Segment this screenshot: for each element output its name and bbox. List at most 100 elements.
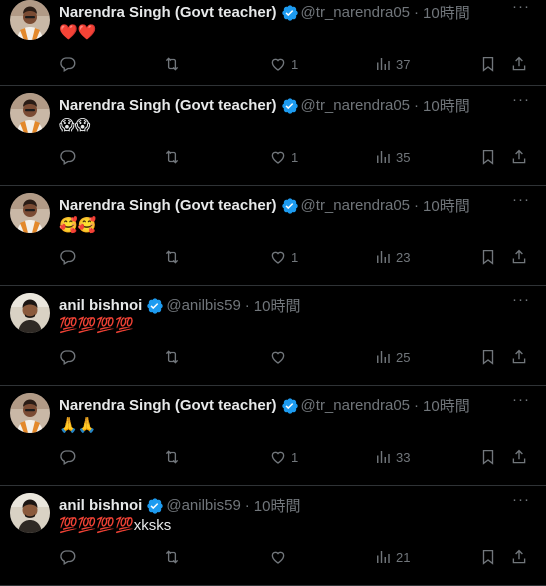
author-handle[interactable]: @tr_narendra05 — [301, 4, 410, 21]
author-name[interactable]: Narendra Singh (Govt teacher) — [59, 97, 277, 114]
bookmark-button[interactable] — [479, 447, 497, 467]
avatar[interactable] — [10, 293, 50, 333]
tweet-header: Narendra Singh (Govt teacher) @tr_narend… — [59, 395, 506, 416]
views-icon — [377, 58, 390, 70]
bookmark-button[interactable] — [479, 347, 497, 367]
views-button[interactable]: 35 — [374, 147, 410, 167]
timestamp[interactable]: 10時間 — [423, 395, 470, 416]
timestamp[interactable]: 10時間 — [423, 2, 470, 23]
avatar[interactable] — [10, 393, 50, 433]
action-bar: 1 23 — [59, 247, 534, 267]
author-name[interactable]: anil bishnoi — [59, 497, 142, 514]
share-button[interactable] — [510, 447, 528, 467]
timestamp[interactable]: 10時間 — [254, 295, 301, 316]
share-button[interactable] — [510, 547, 528, 567]
share-button[interactable] — [510, 54, 528, 74]
author-name[interactable]: anil bishnoi — [59, 297, 142, 314]
views-icon — [377, 351, 390, 363]
avatar[interactable] — [10, 493, 50, 533]
like-button[interactable] — [269, 347, 291, 367]
tweet-text: ❤️❤️ — [59, 24, 97, 41]
like-button[interactable]: 1 — [269, 54, 298, 74]
bookmark-button[interactable] — [479, 247, 497, 267]
verified-badge-icon — [281, 97, 298, 114]
author-handle[interactable]: @tr_narendra05 — [301, 97, 410, 114]
share-button[interactable] — [510, 247, 528, 267]
retweet-button[interactable] — [163, 547, 181, 567]
verified-badge-icon — [147, 297, 164, 314]
views-button[interactable]: 37 — [374, 54, 410, 74]
like-button[interactable]: 1 — [269, 447, 298, 467]
tweet[interactable]: Narendra Singh (Govt teacher) @tr_narend… — [0, 86, 546, 186]
like-button[interactable]: 1 — [269, 147, 298, 167]
retweet-button[interactable] — [163, 147, 181, 167]
author-handle[interactable]: @anilbis59 — [166, 297, 240, 314]
view-count: 35 — [396, 149, 411, 165]
verified-badge-icon — [281, 397, 298, 414]
tweet[interactable]: Narendra Singh (Govt teacher) @tr_narend… — [0, 0, 546, 86]
views-button[interactable]: 33 — [374, 447, 410, 467]
avatar-image — [10, 0, 50, 40]
like-icon — [271, 551, 285, 564]
author-name[interactable]: Narendra Singh (Govt teacher) — [59, 197, 277, 214]
like-icon — [271, 451, 285, 464]
views-button[interactable]: 25 — [374, 347, 410, 367]
like-button[interactable]: 1 — [269, 247, 298, 267]
timestamp[interactable]: 10時間 — [423, 195, 470, 216]
retweet-button[interactable] — [163, 347, 181, 367]
share-icon — [512, 449, 526, 464]
tweet-text: 🙏🙏 — [59, 417, 97, 434]
author-name[interactable]: Narendra Singh (Govt teacher) — [59, 397, 277, 414]
retweet-button[interactable] — [163, 247, 181, 267]
like-icon — [271, 58, 285, 71]
more-dots-icon[interactable]: ··· — [512, 492, 530, 511]
share-button[interactable] — [510, 347, 528, 367]
reply-button[interactable] — [59, 347, 77, 367]
reply-button[interactable] — [59, 447, 77, 467]
reply-button[interactable] — [59, 247, 77, 267]
avatar[interactable] — [10, 93, 50, 133]
share-icon — [512, 56, 526, 71]
timestamp[interactable]: 10時間 — [254, 495, 301, 516]
retweet-button[interactable] — [163, 54, 181, 74]
bookmark-button[interactable] — [479, 54, 497, 74]
tweet[interactable]: anil bishnoi @anilbis59 · 10時間 ··· 💯💯💯💯 — [0, 286, 546, 386]
bookmark-button[interactable] — [479, 147, 497, 167]
like-icon — [271, 151, 285, 164]
author-name[interactable]: Narendra Singh (Govt teacher) — [59, 4, 277, 21]
author-handle[interactable]: @tr_narendra05 — [301, 397, 410, 414]
more-dots-icon[interactable]: ··· — [512, 292, 530, 311]
tweet[interactable]: Narendra Singh (Govt teacher) @tr_narend… — [0, 386, 546, 486]
avatar[interactable] — [10, 0, 50, 40]
tweet-header: Narendra Singh (Govt teacher) @tr_narend… — [59, 95, 506, 116]
retweet-button[interactable] — [163, 447, 181, 467]
reply-button[interactable] — [59, 147, 77, 167]
views-button[interactable]: 23 — [374, 247, 410, 267]
reply-button[interactable] — [59, 54, 77, 74]
bookmark-icon — [482, 449, 494, 465]
action-bar: 1 37 — [59, 54, 534, 74]
avatar-image — [10, 93, 50, 133]
views-icon — [377, 251, 390, 263]
like-count: 1 — [291, 249, 299, 265]
avatar[interactable] — [10, 193, 50, 233]
more-dots-icon[interactable]: ··· — [512, 0, 530, 18]
verified-badge-icon — [281, 4, 298, 21]
more-dots-icon[interactable]: ··· — [512, 92, 530, 111]
views-button[interactable]: 21 — [374, 547, 410, 567]
reply-button[interactable] — [59, 547, 77, 567]
retweet-icon — [165, 250, 179, 264]
more-dots-icon[interactable]: ··· — [512, 192, 530, 211]
share-button[interactable] — [510, 147, 528, 167]
reply-icon — [60, 250, 76, 265]
author-handle[interactable]: @anilbis59 — [166, 497, 240, 514]
like-button[interactable] — [269, 547, 291, 567]
bookmark-button[interactable] — [479, 547, 497, 567]
author-handle[interactable]: @tr_narendra05 — [301, 197, 410, 214]
more-dots-icon[interactable]: ··· — [512, 392, 530, 411]
share-icon — [512, 249, 526, 264]
tweet[interactable]: Narendra Singh (Govt teacher) @tr_narend… — [0, 186, 546, 286]
bookmark-icon — [482, 149, 494, 165]
timestamp[interactable]: 10時間 — [423, 95, 470, 116]
tweet[interactable]: anil bishnoi @anilbis59 · 10時間 ··· 💯💯💯💯x… — [0, 486, 546, 586]
